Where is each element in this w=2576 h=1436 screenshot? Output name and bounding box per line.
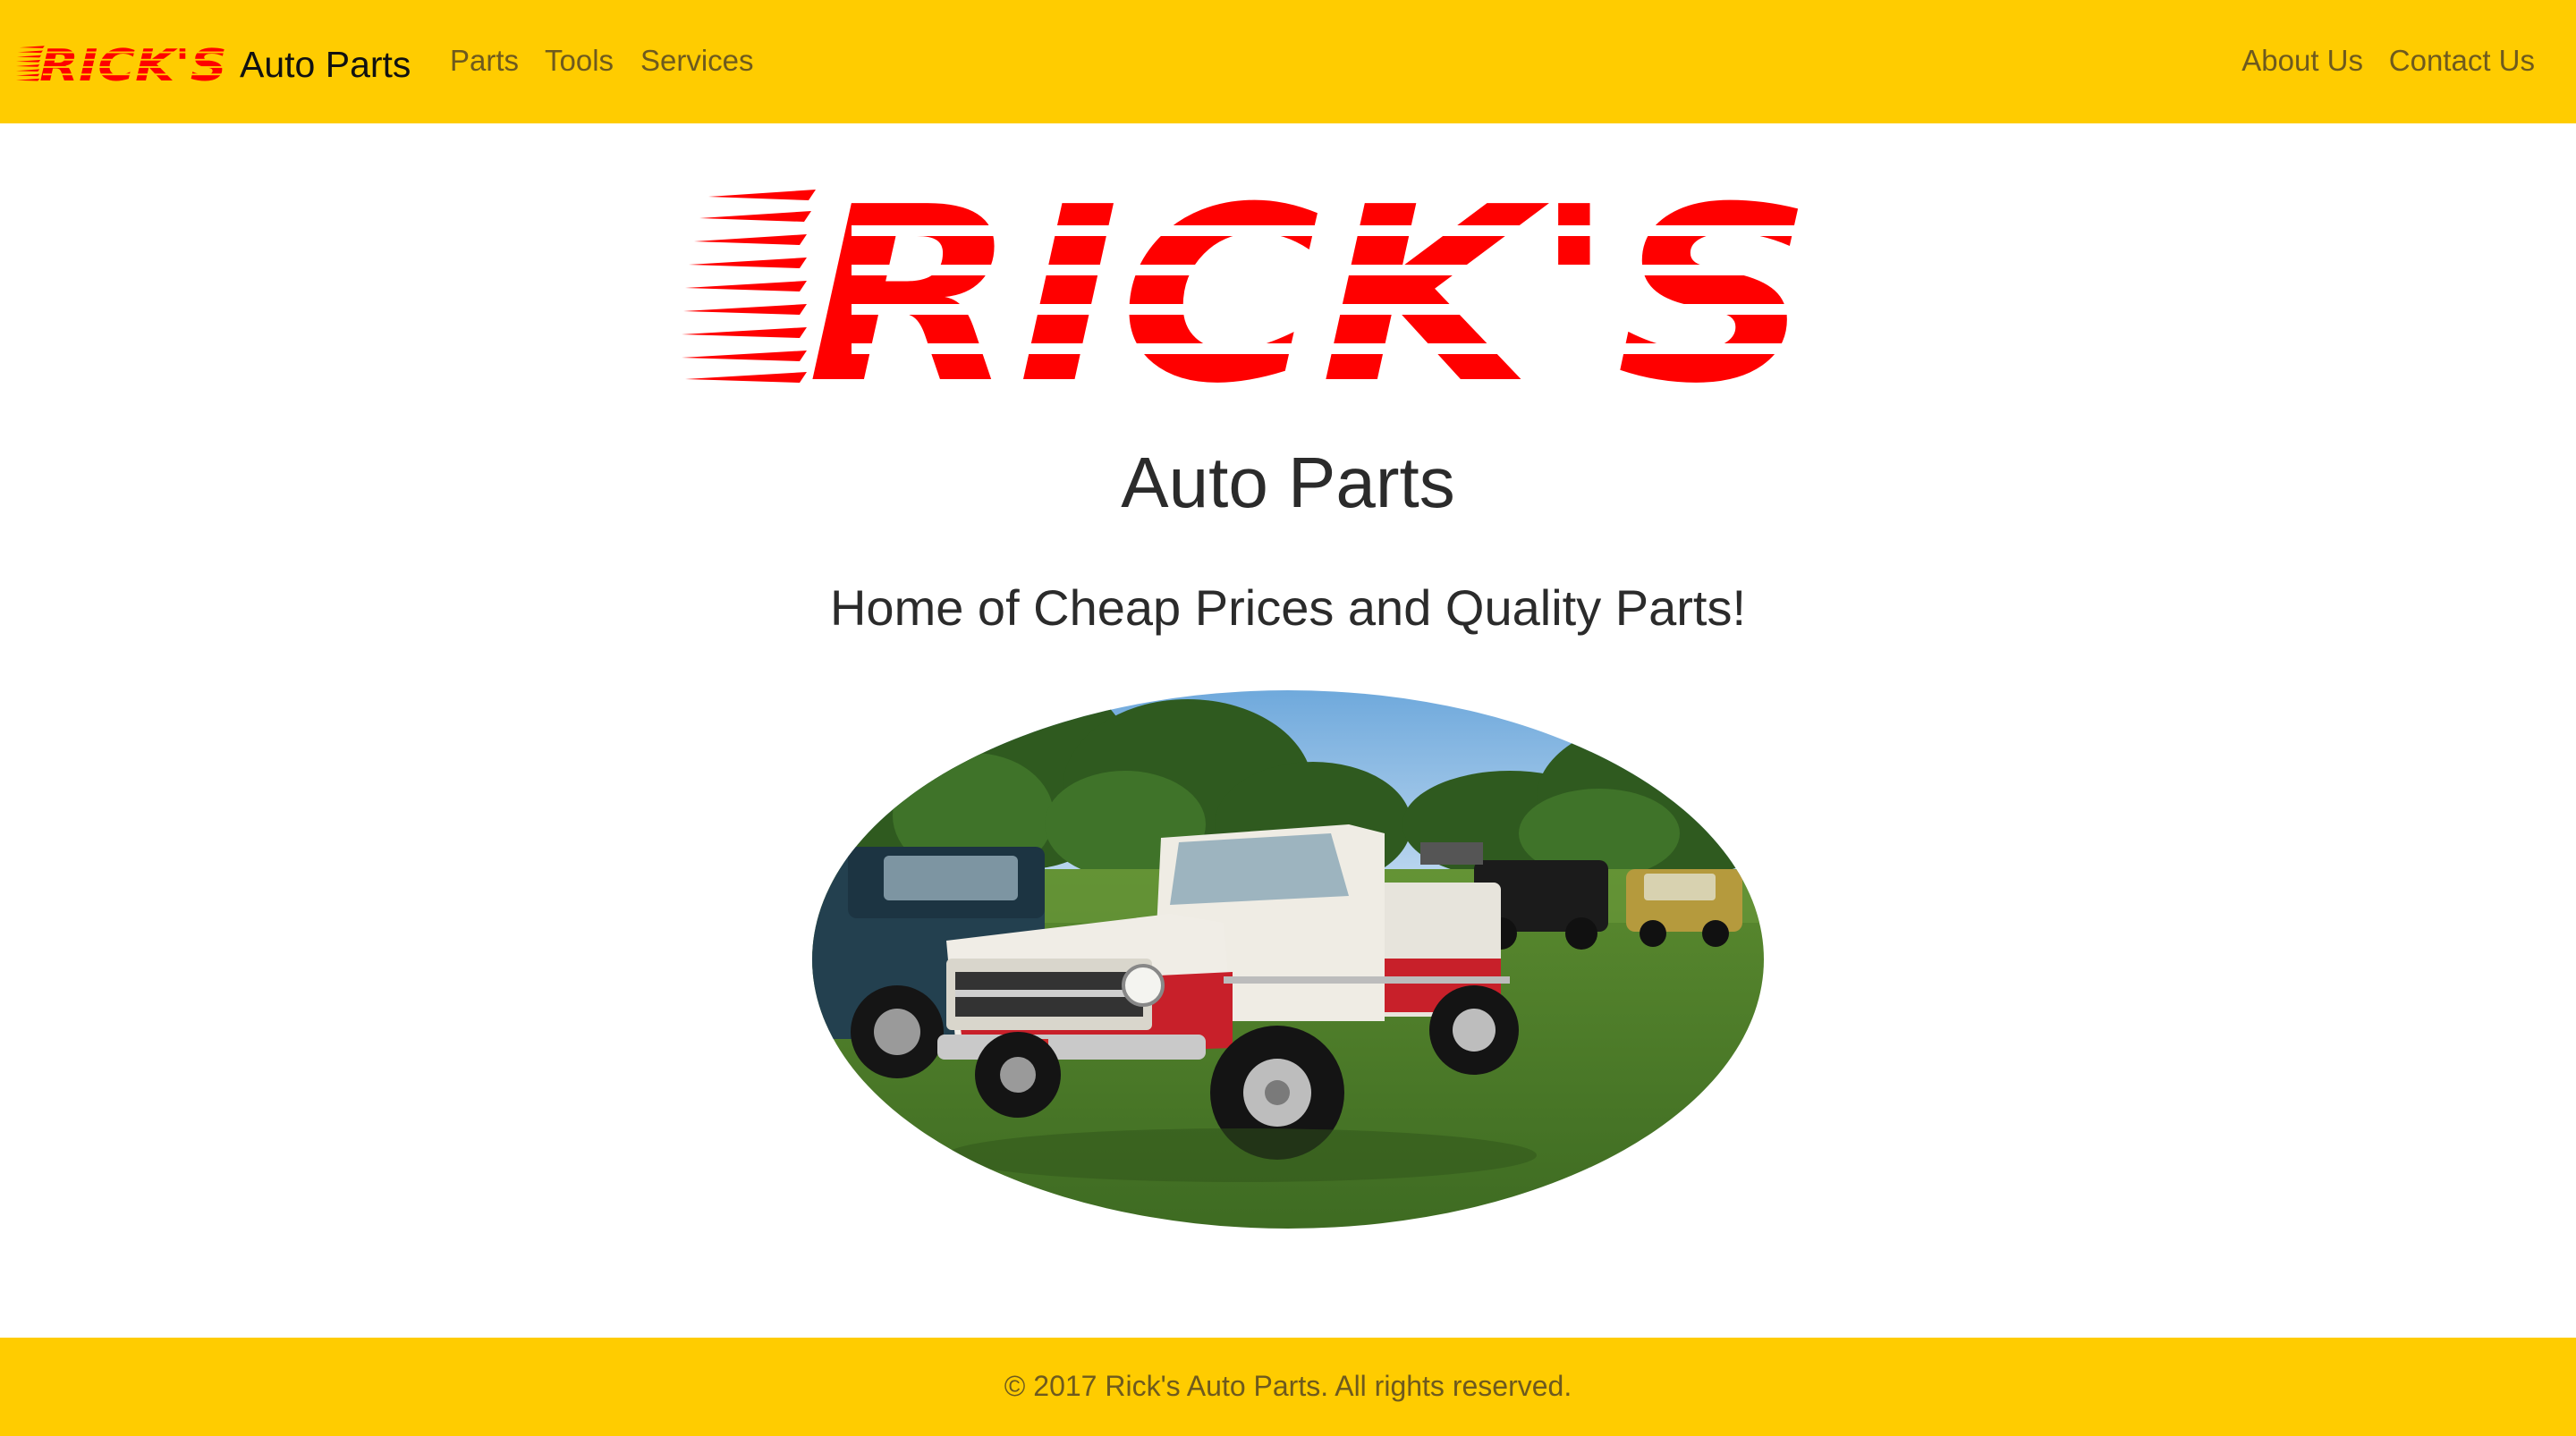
- truck-photo: [812, 690, 1764, 1229]
- hero-title: Auto Parts: [1121, 443, 1455, 522]
- copyright-text: © 2017 Rick's Auto Parts. All rights res…: [1004, 1370, 1572, 1402]
- nav-link-services[interactable]: Services: [640, 41, 754, 80]
- nav-link-contact-us[interactable]: Contact Us: [2389, 41, 2535, 80]
- svg-text:RICK'S: RICK'S: [39, 42, 227, 87]
- nav-link-tools[interactable]: Tools: [545, 41, 614, 80]
- top-navbar: RICK'S Auto Parts Parts Tools Services A…: [0, 0, 2576, 123]
- brand-link[interactable]: RICK'S Auto Parts: [16, 38, 411, 91]
- svg-text:RICK'S: RICK'S: [807, 190, 1813, 388]
- footer: © 2017 Rick's Auto Parts. All rights res…: [0, 1338, 2576, 1436]
- brand-text: Auto Parts: [240, 43, 411, 85]
- ricks-logo-small: RICK'S: [16, 42, 227, 87]
- ricks-logo-large: RICK'S: [682, 190, 1819, 388]
- nav-link-about-us[interactable]: About Us: [2241, 41, 2363, 80]
- nav-link-parts[interactable]: Parts: [450, 41, 519, 80]
- hero-subtitle: Home of Cheap Prices and Quality Parts!: [829, 579, 1747, 636]
- page: RICK'S Auto Parts Parts Tools Services A…: [0, 0, 2576, 1436]
- speed-lines-left: [682, 190, 816, 383]
